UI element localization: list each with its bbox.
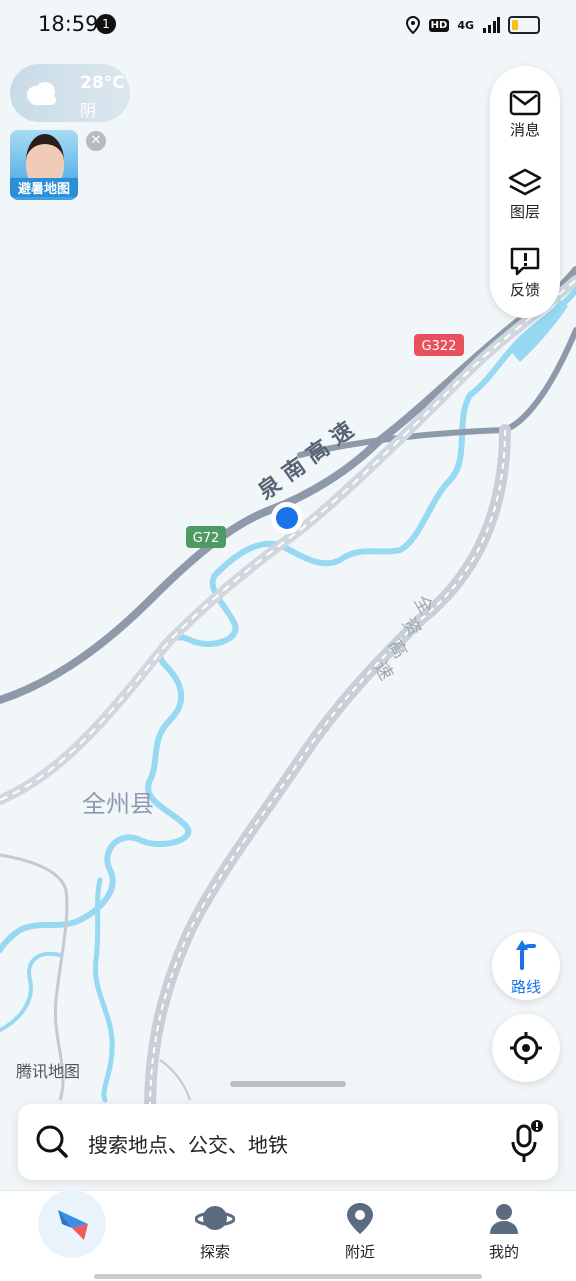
current-location-marker[interactable] xyxy=(271,502,303,534)
battery-fill xyxy=(512,20,518,30)
envelope-icon xyxy=(509,90,541,116)
map-tools-panel: 消息 图层 反馈 xyxy=(490,66,560,318)
feedback-button[interactable]: 反馈 xyxy=(490,246,560,316)
badge-g72: G72 xyxy=(186,526,226,548)
notification-badge: 1 xyxy=(96,14,116,34)
map-watermark: 腾讯地图 xyxy=(16,1062,81,1081)
compass-icon xyxy=(58,1210,88,1240)
locate-button[interactable] xyxy=(492,1014,560,1082)
badge-g322-text: G322 xyxy=(422,339,457,354)
layers-icon xyxy=(508,168,542,196)
nav-nearby[interactable]: 附近 xyxy=(315,1201,405,1262)
status-bar: 18:59 1 HD 4G xyxy=(0,0,576,50)
search-bar[interactable]: 搜索地点、公交、地铁 xyxy=(18,1104,558,1180)
messages-button[interactable]: 消息 xyxy=(490,90,560,160)
signal-icon xyxy=(483,17,500,33)
person-icon xyxy=(490,1204,518,1234)
nav-home-button[interactable] xyxy=(38,1190,106,1258)
route-arrow-icon xyxy=(516,940,536,970)
cloud-icon xyxy=(27,82,56,105)
promo-close-button[interactable]: ✕ xyxy=(86,131,106,151)
gesture-bar[interactable] xyxy=(94,1274,482,1279)
nav-explore[interactable]: 探索 xyxy=(170,1201,260,1262)
summer-map-promo[interactable]: 避暑地图 xyxy=(10,130,78,200)
network-label: 4G xyxy=(457,18,474,32)
label-county: 全州县 xyxy=(82,790,154,818)
planet-icon xyxy=(194,1206,236,1230)
promo-label: 避暑地图 xyxy=(10,178,78,197)
weather-condition: 阴 xyxy=(80,101,97,120)
hd-icon: HD xyxy=(428,18,450,32)
location-icon xyxy=(405,16,420,34)
layers-button[interactable]: 图层 xyxy=(490,168,560,238)
nav-mine-label: 我的 xyxy=(488,1243,519,1261)
messages-label: 消息 xyxy=(509,121,540,139)
route-label: 路线 xyxy=(510,978,541,996)
search-placeholder: 搜索地点、公交、地铁 xyxy=(88,1133,288,1157)
layers-label: 图层 xyxy=(509,203,540,221)
location-pin-icon xyxy=(347,1203,373,1234)
status-time: 18:59 xyxy=(38,12,99,36)
crosshair-icon xyxy=(510,1032,542,1064)
status-icons: HD 4G xyxy=(405,14,540,36)
feedback-label: 反馈 xyxy=(509,281,540,299)
search-icon xyxy=(36,1125,68,1158)
route-button[interactable]: 路线 xyxy=(492,932,560,1000)
nav-nearby-label: 附近 xyxy=(344,1243,375,1261)
battery-icon xyxy=(508,16,540,34)
badge-g72-text: G72 xyxy=(193,531,220,546)
weather-temperature: 28°C xyxy=(80,73,125,93)
feedback-icon xyxy=(510,247,540,276)
sheet-drag-handle[interactable] xyxy=(230,1081,346,1087)
nav-explore-label: 探索 xyxy=(199,1243,230,1261)
microphone-icon[interactable] xyxy=(508,1120,544,1164)
badge-g322: G322 xyxy=(414,334,464,356)
weather-widget[interactable]: 28°C 阴 xyxy=(10,64,130,122)
nav-mine[interactable]: 我的 xyxy=(459,1201,549,1262)
